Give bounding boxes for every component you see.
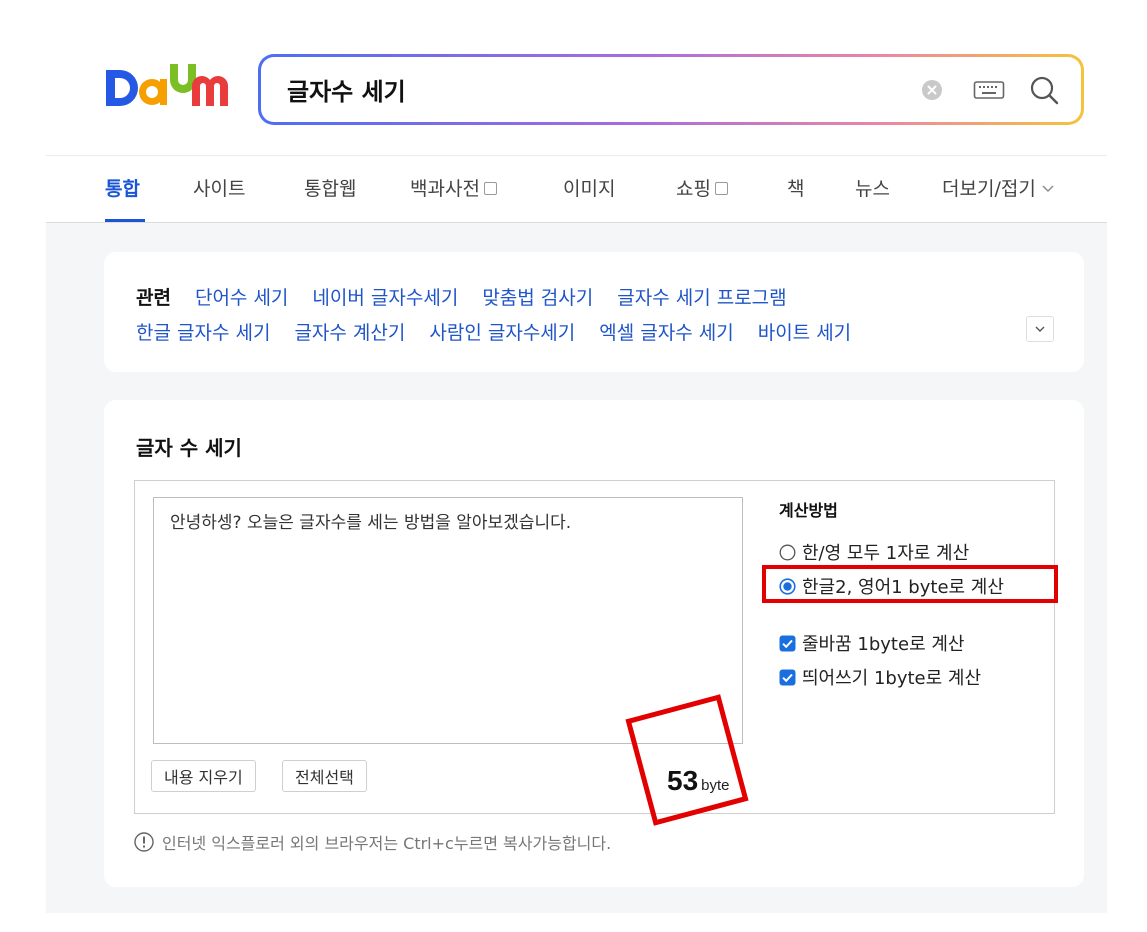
chevron-down-icon: [1035, 326, 1045, 332]
char-counter-card: 글자 수 세기 안녕하셍? 오늘은 글자수를 세는 방법을 알아보겠습니다. 내…: [104, 400, 1084, 887]
chevron-down-icon: [1042, 185, 1054, 192]
keyboard-icon[interactable]: [973, 79, 1005, 101]
related-row-2: 한글 글자수 세기 글자수 계산기 사람인 글자수세기 엑셀 글자수 세기 바이트 세기: [136, 318, 875, 345]
magnifier-icon[interactable]: [1029, 75, 1059, 105]
daum-logo[interactable]: [104, 62, 234, 112]
tab-integrated[interactable]: 통합: [105, 174, 140, 201]
clear-content-button[interactable]: 내용 지우기: [151, 760, 256, 792]
related-link[interactable]: 글자수 계산기: [294, 322, 405, 344]
newline-option-label: 줄바꿈 1byte로 계산: [802, 634, 965, 655]
text-input-area[interactable]: 안녕하셍? 오늘은 글자수를 세는 방법을 알아보겠습니다.: [153, 497, 743, 744]
counter-title: 글자 수 세기: [136, 436, 242, 460]
search-box: [258, 54, 1084, 125]
related-expand-button[interactable]: [1026, 316, 1054, 342]
related-link[interactable]: 네이버 글자수세기: [312, 287, 458, 309]
tab-shopping[interactable]: 쇼핑: [676, 174, 728, 201]
checkbox-checked-icon[interactable]: [779, 669, 796, 686]
tab-more[interactable]: 더보기/접기: [942, 174, 1054, 201]
tab-site[interactable]: 사이트: [193, 174, 245, 201]
info-icon: [134, 832, 154, 852]
new-window-icon: [483, 182, 497, 195]
calc-method-title: 계산방법: [779, 501, 838, 520]
related-searches-card: 관련 단어수 세기 네이버 글자수세기 맞춤법 검사기 글자수 세기 프로그램 한글 글…: [104, 252, 1084, 372]
byte-count-unit: byte: [701, 777, 730, 794]
related-link[interactable]: 바이트 세기: [758, 322, 851, 344]
tab-web[interactable]: 통합웹: [304, 174, 356, 201]
method-option-2-label: 한글2, 영어1 byte로 계산: [802, 577, 1004, 598]
active-tab-indicator: [105, 219, 145, 222]
related-link[interactable]: 글자수 세기 프로그램: [617, 287, 786, 309]
search-tabs: 통합 사이트 통합웹 백과사전 이미지 쇼핑 책 뉴스 더보기/접기: [46, 156, 1107, 223]
related-link[interactable]: 엑셀 글자수 세기: [599, 322, 733, 344]
radio-selected-icon[interactable]: [779, 577, 796, 595]
search-input[interactable]: [287, 75, 921, 104]
related-link[interactable]: 한글 글자수 세기: [136, 322, 270, 344]
tab-images[interactable]: 이미지: [563, 174, 615, 201]
newline-option[interactable]: 줄바꿈 1byte로 계산: [779, 626, 1004, 660]
byte-count-display: 53 byte: [667, 765, 730, 797]
related-link[interactable]: 맞춤법 검사기: [482, 287, 593, 309]
method-option-1-label: 한/영 모두 1자로 계산: [802, 543, 970, 564]
new-window-icon: [714, 182, 728, 195]
related-link[interactable]: 사람인 글자수세기: [429, 322, 575, 344]
radio-unselected-icon[interactable]: [779, 544, 796, 561]
tab-books[interactable]: 책: [787, 174, 804, 201]
checkbox-checked-icon[interactable]: [779, 635, 796, 652]
counter-panel: 안녕하셍? 오늘은 글자수를 세는 방법을 알아보겠습니다. 내용 지우기 전체…: [134, 480, 1055, 814]
tab-news[interactable]: 뉴스: [855, 174, 890, 201]
select-all-button[interactable]: 전체선택: [282, 760, 367, 792]
space-option[interactable]: 띄어쓰기 1byte로 계산: [779, 660, 1004, 694]
method-option-2[interactable]: 한글2, 영어1 byte로 계산: [779, 569, 1004, 603]
copy-notice-text: 인터넷 익스플로러 외의 브라우저는 Ctrl+c누르면 복사가능합니다.: [162, 834, 612, 853]
related-link[interactable]: 단어수 세기: [195, 287, 288, 309]
method-option-1[interactable]: 한/영 모두 1자로 계산: [779, 535, 1004, 569]
copy-notice: 인터넷 익스플로러 외의 브라우저는 Ctrl+c누르면 복사가능합니다.: [134, 830, 611, 854]
space-option-label: 띄어쓰기 1byte로 계산: [802, 668, 982, 689]
options-gap: [779, 603, 1004, 626]
related-label: 관련: [136, 287, 171, 309]
byte-count-value: 53: [667, 765, 699, 796]
tab-encyclopedia[interactable]: 백과사전: [410, 174, 497, 201]
related-row-1: 관련 단어수 세기 네이버 글자수세기 맞춤법 검사기 글자수 세기 프로그램: [136, 283, 811, 310]
clear-circle-icon[interactable]: [921, 79, 943, 101]
results-area: 관련 단어수 세기 네이버 글자수세기 맞춤법 검사기 글자수 세기 프로그램 한글 글…: [46, 223, 1107, 913]
calc-method-options: 계산방법 한/영 모두 1자로 계산 한글2, 영어1 byte로 계산 줄바꿈…: [779, 497, 1004, 694]
